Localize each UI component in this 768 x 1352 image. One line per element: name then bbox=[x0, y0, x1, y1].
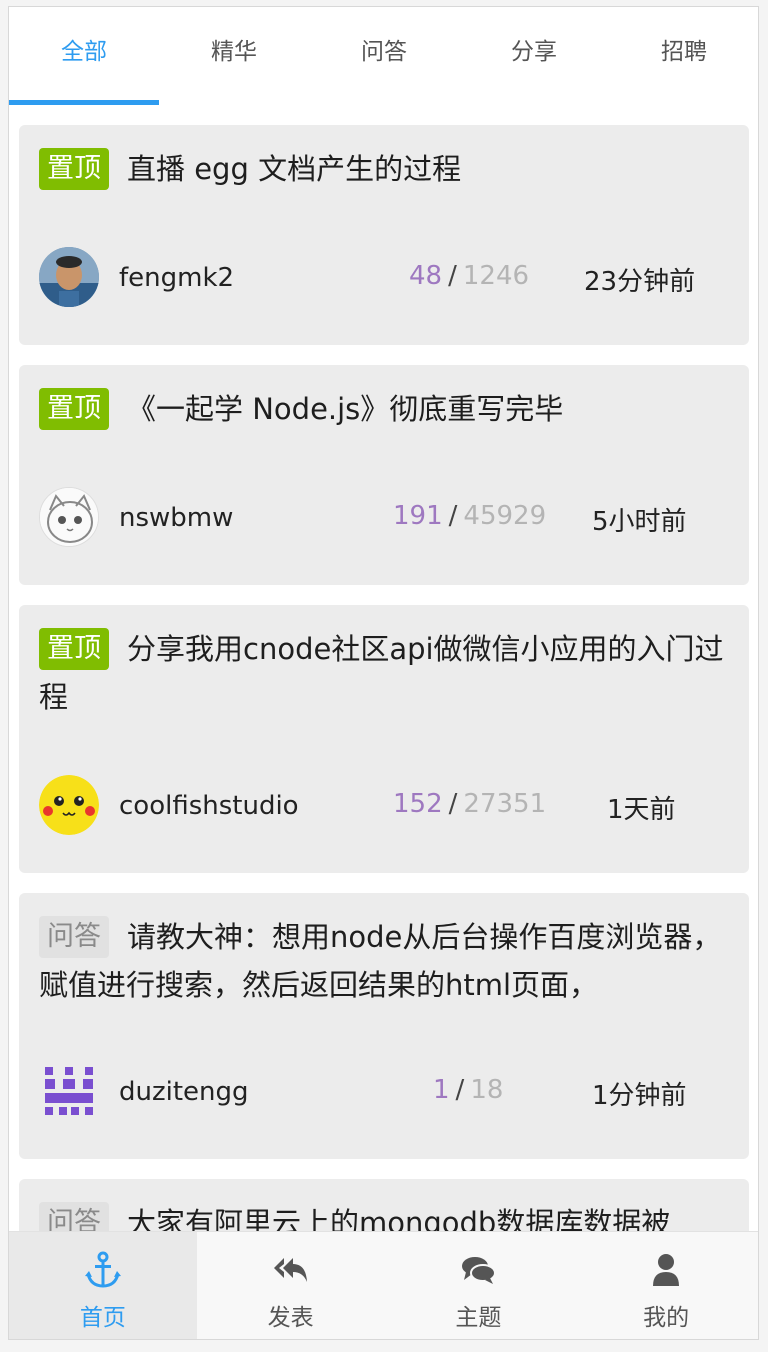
author-name[interactable]: coolfishstudio bbox=[119, 791, 299, 821]
topic-title[interactable]: 问答 请教大神：想用node从后台操作百度浏览器，赋值进行搜索，然后返回结果的ht… bbox=[39, 913, 729, 1009]
nav-home[interactable]: 首页 bbox=[9, 1232, 197, 1339]
tab-ask[interactable]: 问答 bbox=[309, 7, 459, 105]
nav-label: 我的 bbox=[643, 1305, 690, 1331]
avatar[interactable] bbox=[39, 1061, 99, 1121]
tab-label: 精华 bbox=[211, 39, 257, 65]
tab-job[interactable]: 招聘 bbox=[609, 7, 758, 105]
nav-label: 主题 bbox=[455, 1305, 502, 1331]
view-count: 1246 bbox=[462, 261, 530, 291]
avatar[interactable] bbox=[39, 775, 99, 835]
nav-topics[interactable]: 主题 bbox=[385, 1232, 573, 1339]
tab-label: 问答 bbox=[361, 39, 407, 65]
ask-tag: 问答 bbox=[39, 916, 109, 958]
tab-label: 招聘 bbox=[661, 39, 707, 65]
topic-card[interactable]: 问答 请教大神：想用node从后台操作百度浏览器，赋值进行搜索，然后返回结果的ht… bbox=[19, 893, 749, 1159]
user-icon bbox=[653, 1254, 680, 1286]
pinned-tag: 置顶 bbox=[39, 628, 109, 670]
pinned-tag: 置顶 bbox=[39, 148, 109, 190]
last-reply-time: 5小时前 bbox=[592, 507, 687, 537]
tab-label: 全部 bbox=[61, 39, 107, 65]
topic-title-text: 《一起学 Node.js》彻底重写完毕 bbox=[127, 392, 564, 426]
stat-separator: / bbox=[448, 501, 458, 531]
topic-stats: 48/1246 bbox=[409, 261, 529, 291]
reply-all-icon bbox=[273, 1258, 307, 1282]
nav-mine[interactable]: 我的 bbox=[572, 1232, 758, 1339]
topic-tabs: 全部 精华 问答 分享 招聘 bbox=[9, 7, 758, 105]
last-reply-time: 1天前 bbox=[607, 795, 676, 825]
tab-all[interactable]: 全部 bbox=[9, 7, 159, 105]
bottom-navigation: 首页 发表 主题 我的 bbox=[9, 1231, 758, 1339]
pikachu-avatar-icon bbox=[39, 775, 99, 835]
avatar-photo-icon bbox=[39, 247, 99, 307]
topic-title-text: 直播 egg 文档产生的过程 bbox=[127, 152, 462, 186]
nav-label: 首页 bbox=[79, 1305, 126, 1331]
last-reply-time: 1分钟前 bbox=[592, 1081, 687, 1111]
topic-title[interactable]: 置顶 《一起学 Node.js》彻底重写完毕 bbox=[39, 385, 729, 433]
comments-icon bbox=[462, 1257, 497, 1284]
author-name[interactable]: duzitengg bbox=[119, 1077, 249, 1107]
topic-title-text: 请教大神：想用node从后台操作百度浏览器，赋值进行搜索，然后返回结果的html… bbox=[39, 920, 722, 1002]
view-count: 18 bbox=[470, 1075, 504, 1105]
avatar[interactable] bbox=[39, 247, 99, 307]
topic-title-text: 分享我用cnode社区api做微信小应用的入门过程 bbox=[39, 632, 724, 714]
topic-stats: 152/27351 bbox=[393, 789, 546, 819]
topic-stats: 191/45929 bbox=[393, 501, 546, 531]
stat-separator: / bbox=[455, 1075, 465, 1105]
author-name[interactable]: nswbmw bbox=[119, 503, 233, 533]
topic-stats: 1/18 bbox=[433, 1075, 503, 1105]
author-name[interactable]: fengmk2 bbox=[119, 263, 234, 293]
active-tab-indicator bbox=[9, 100, 159, 105]
pinned-tag: 置顶 bbox=[39, 388, 109, 430]
view-count: 27351 bbox=[463, 789, 547, 819]
topic-title[interactable]: 置顶 分享我用cnode社区api做微信小应用的入门过程 bbox=[39, 625, 729, 721]
anchor-icon bbox=[84, 1251, 121, 1288]
app-frame: 全部 精华 问答 分享 招聘 置顶 直播 egg 文档产生的过程 fengmk2… bbox=[8, 6, 759, 1340]
tab-share[interactable]: 分享 bbox=[459, 7, 609, 105]
tab-label: 分享 bbox=[511, 39, 557, 65]
identicon-avatar-icon bbox=[39, 1061, 99, 1121]
reply-count: 191 bbox=[393, 501, 443, 531]
nav-post[interactable]: 发表 bbox=[197, 1232, 385, 1339]
view-count: 45929 bbox=[463, 501, 547, 531]
reply-count: 1 bbox=[433, 1075, 450, 1105]
topic-card[interactable]: 置顶 《一起学 Node.js》彻底重写完毕 nswbmw 191/45929 5… bbox=[19, 365, 749, 585]
reply-count: 48 bbox=[409, 261, 443, 291]
topic-title[interactable]: 置顶 直播 egg 文档产生的过程 bbox=[39, 145, 729, 193]
reply-count: 152 bbox=[393, 789, 443, 819]
topic-card[interactable]: 置顶 分享我用cnode社区api做微信小应用的入门过程 coolfishstud… bbox=[19, 605, 749, 873]
cat-avatar-icon bbox=[40, 488, 98, 546]
tab-good[interactable]: 精华 bbox=[159, 7, 309, 105]
last-reply-time: 23分钟前 bbox=[584, 267, 696, 297]
stat-separator: / bbox=[448, 789, 458, 819]
topic-card[interactable]: 置顶 直播 egg 文档产生的过程 fengmk2 48/1246 23分钟前 bbox=[19, 125, 749, 345]
avatar[interactable] bbox=[39, 487, 99, 547]
nav-label: 发表 bbox=[267, 1305, 314, 1331]
stat-separator: / bbox=[448, 261, 457, 291]
